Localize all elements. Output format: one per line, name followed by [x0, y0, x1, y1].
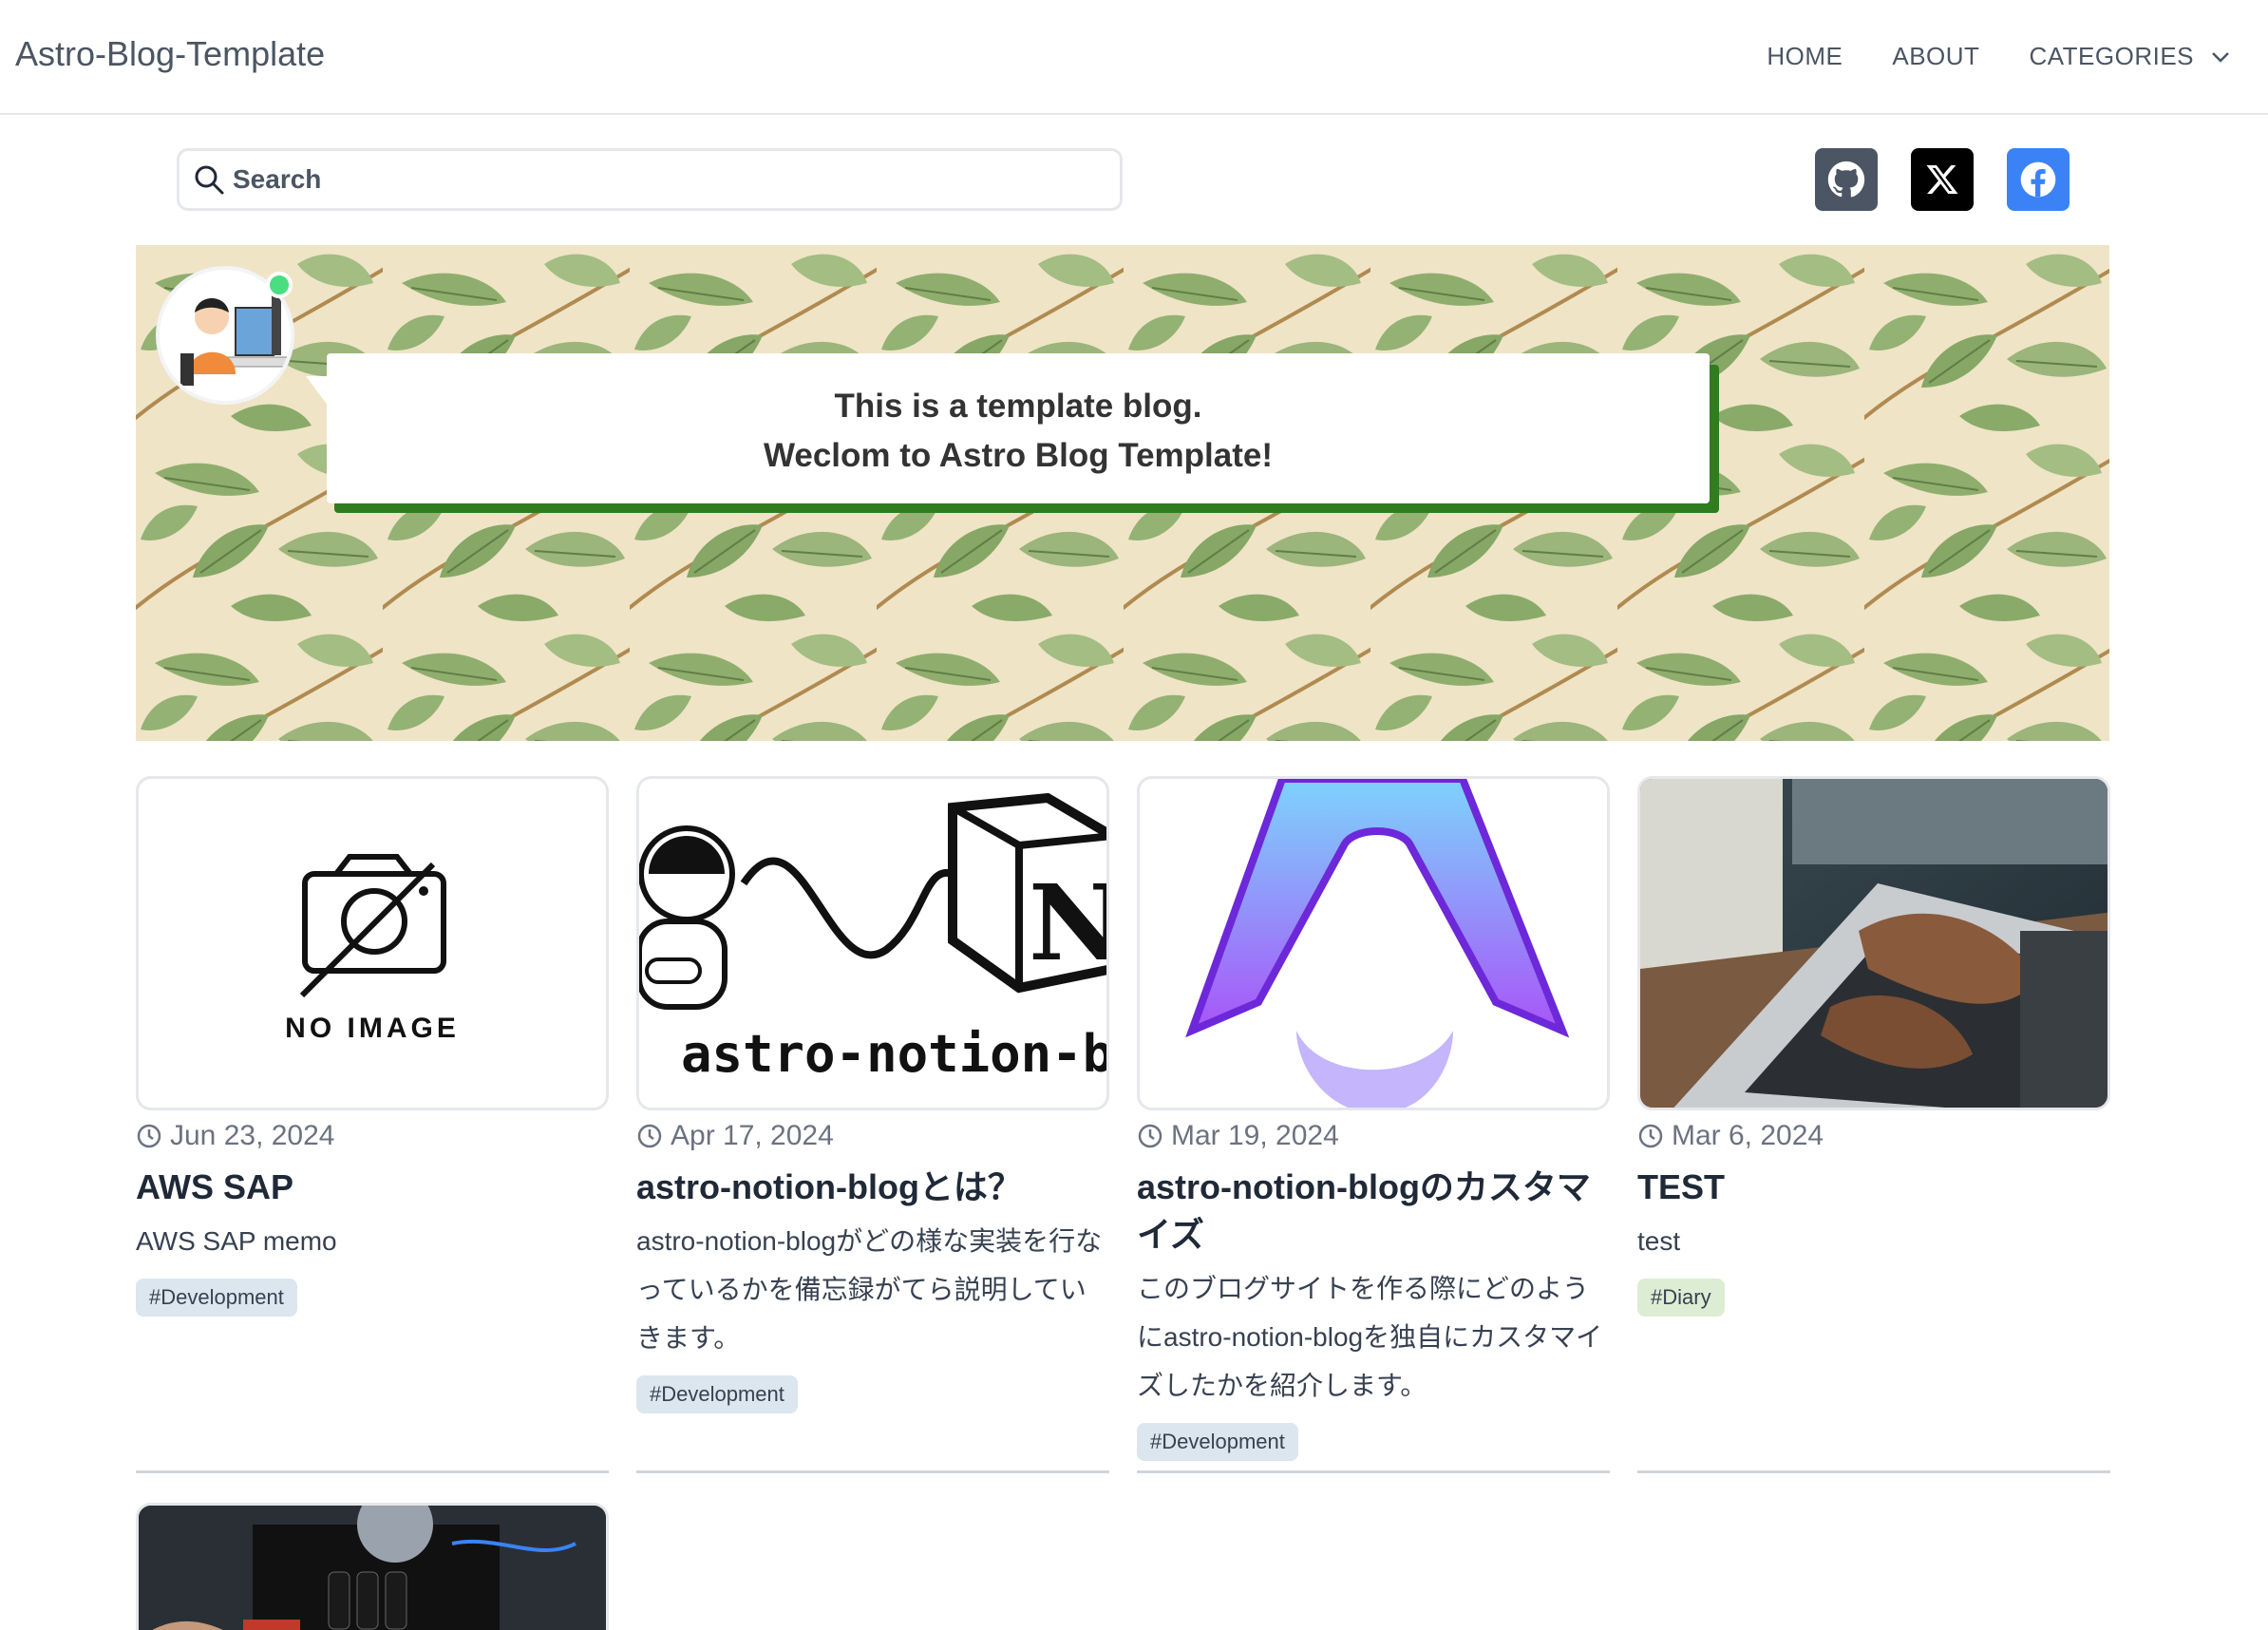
site-brand[interactable]: Astro-Blog-Template [15, 34, 325, 74]
post-title[interactable]: TEST [1637, 1164, 2110, 1211]
x-button[interactable] [1911, 148, 1974, 211]
post-title[interactable]: astro-notion-blogのカスタマイズ [1137, 1164, 1610, 1259]
card-divider [1637, 1470, 2110, 1473]
facebook-icon [2020, 161, 2056, 198]
post-thumbnail[interactable] [1637, 776, 2110, 1110]
post-thumbnail[interactable]: N astro-notion-bl [636, 776, 1109, 1110]
card-divider [636, 1470, 1109, 1473]
post-date: Mar 19, 2024 [1137, 1120, 1610, 1152]
post-thumbnail[interactable] [1137, 776, 1610, 1110]
post-description: test [1637, 1226, 1681, 1256]
circuit-board-photo [139, 1506, 606, 1630]
facebook-button[interactable] [2007, 148, 2070, 211]
x-icon [1926, 165, 1958, 194]
clock-icon [1138, 1124, 1162, 1148]
search-box[interactable] [177, 148, 1123, 211]
no-image-label: NO IMAGE [285, 1013, 460, 1044]
post-description: astro-notion-blogがどの様な実装を行なっているかを備忘録がてら説… [636, 1226, 1103, 1353]
post-thumbnail[interactable]: NO IMAGE [136, 776, 609, 1110]
hero-line-2: Weclom to Astro Blog Template! [763, 437, 1274, 474]
post-thumbnail[interactable] [136, 1503, 609, 1630]
card-divider [1137, 1470, 1610, 1473]
laptop-typing-photo [1640, 779, 2107, 1108]
post-date-text: Apr 17, 2024 [671, 1120, 834, 1151]
chevron-down-icon [2212, 51, 2229, 63]
post-card[interactable]: N astro-notion-bl Apr 17, 2024 astro-not… [636, 776, 1109, 1413]
post-description: AWS SAP memo [136, 1226, 337, 1256]
post-tag[interactable]: #Development [636, 1375, 798, 1413]
post-card[interactable]: NO IMAGE Jun 23, 2024 AWS SAP AWS SAP me… [136, 776, 609, 1317]
github-icon [1827, 161, 1865, 198]
post-card[interactable]: Mar 6, 2024 TEST test #Diary [1637, 776, 2110, 1317]
post-card[interactable]: Mar 19, 2024 astro-notion-blogのカスタマイズ この… [1137, 776, 1610, 1461]
clock-icon [137, 1124, 161, 1148]
site-header: Astro-Blog-Template HOME ABOUT CATEGORIE… [0, 0, 2268, 115]
online-status-dot [266, 272, 293, 298]
post-date: Jun 23, 2024 [136, 1120, 609, 1152]
post-title[interactable]: astro-notion-blogとは？ [636, 1164, 1109, 1211]
post-tag[interactable]: #Development [1137, 1423, 1298, 1461]
github-button[interactable] [1815, 148, 1878, 211]
nav-categories-label: CATEGORIES [2029, 42, 2194, 70]
hero-line-1: This is a template blog. [834, 388, 1202, 425]
post-date-text: Jun 23, 2024 [170, 1120, 335, 1151]
post-title[interactable]: AWS SAP [136, 1164, 609, 1211]
post-tag[interactable]: #Diary [1637, 1279, 1725, 1317]
no-image-icon [299, 854, 446, 998]
nav-home[interactable]: HOME [1767, 42, 1843, 71]
nav-categories[interactable]: CATEGORIES [2029, 42, 2230, 71]
hero-speech-bubble: This is a template blog. Weclom to Astro… [327, 353, 1710, 503]
post-date: Apr 17, 2024 [636, 1120, 1109, 1152]
notion-thumbnail-caption: astro-notion-bl [681, 1024, 1106, 1084]
search-input[interactable] [233, 164, 1087, 195]
post-date-text: Mar 19, 2024 [1171, 1120, 1339, 1151]
main-nav: HOME ABOUT CATEGORIES [1767, 42, 2230, 71]
clock-icon [637, 1124, 662, 1148]
nav-about[interactable]: ABOUT [1892, 42, 1979, 71]
post-tag[interactable]: #Development [136, 1279, 297, 1317]
search-icon [195, 165, 224, 195]
astro-logo-illustration [1140, 779, 1607, 1108]
post-date: Mar 6, 2024 [1637, 1120, 2110, 1152]
svg-text:N: N [1029, 862, 1109, 984]
clock-icon [1638, 1124, 1663, 1148]
post-date-text: Mar 6, 2024 [1672, 1120, 1824, 1151]
card-divider [136, 1470, 609, 1473]
post-description: このブログサイトを作る際にどのようにastro-notion-blogを独自にカ… [1137, 1274, 1603, 1400]
